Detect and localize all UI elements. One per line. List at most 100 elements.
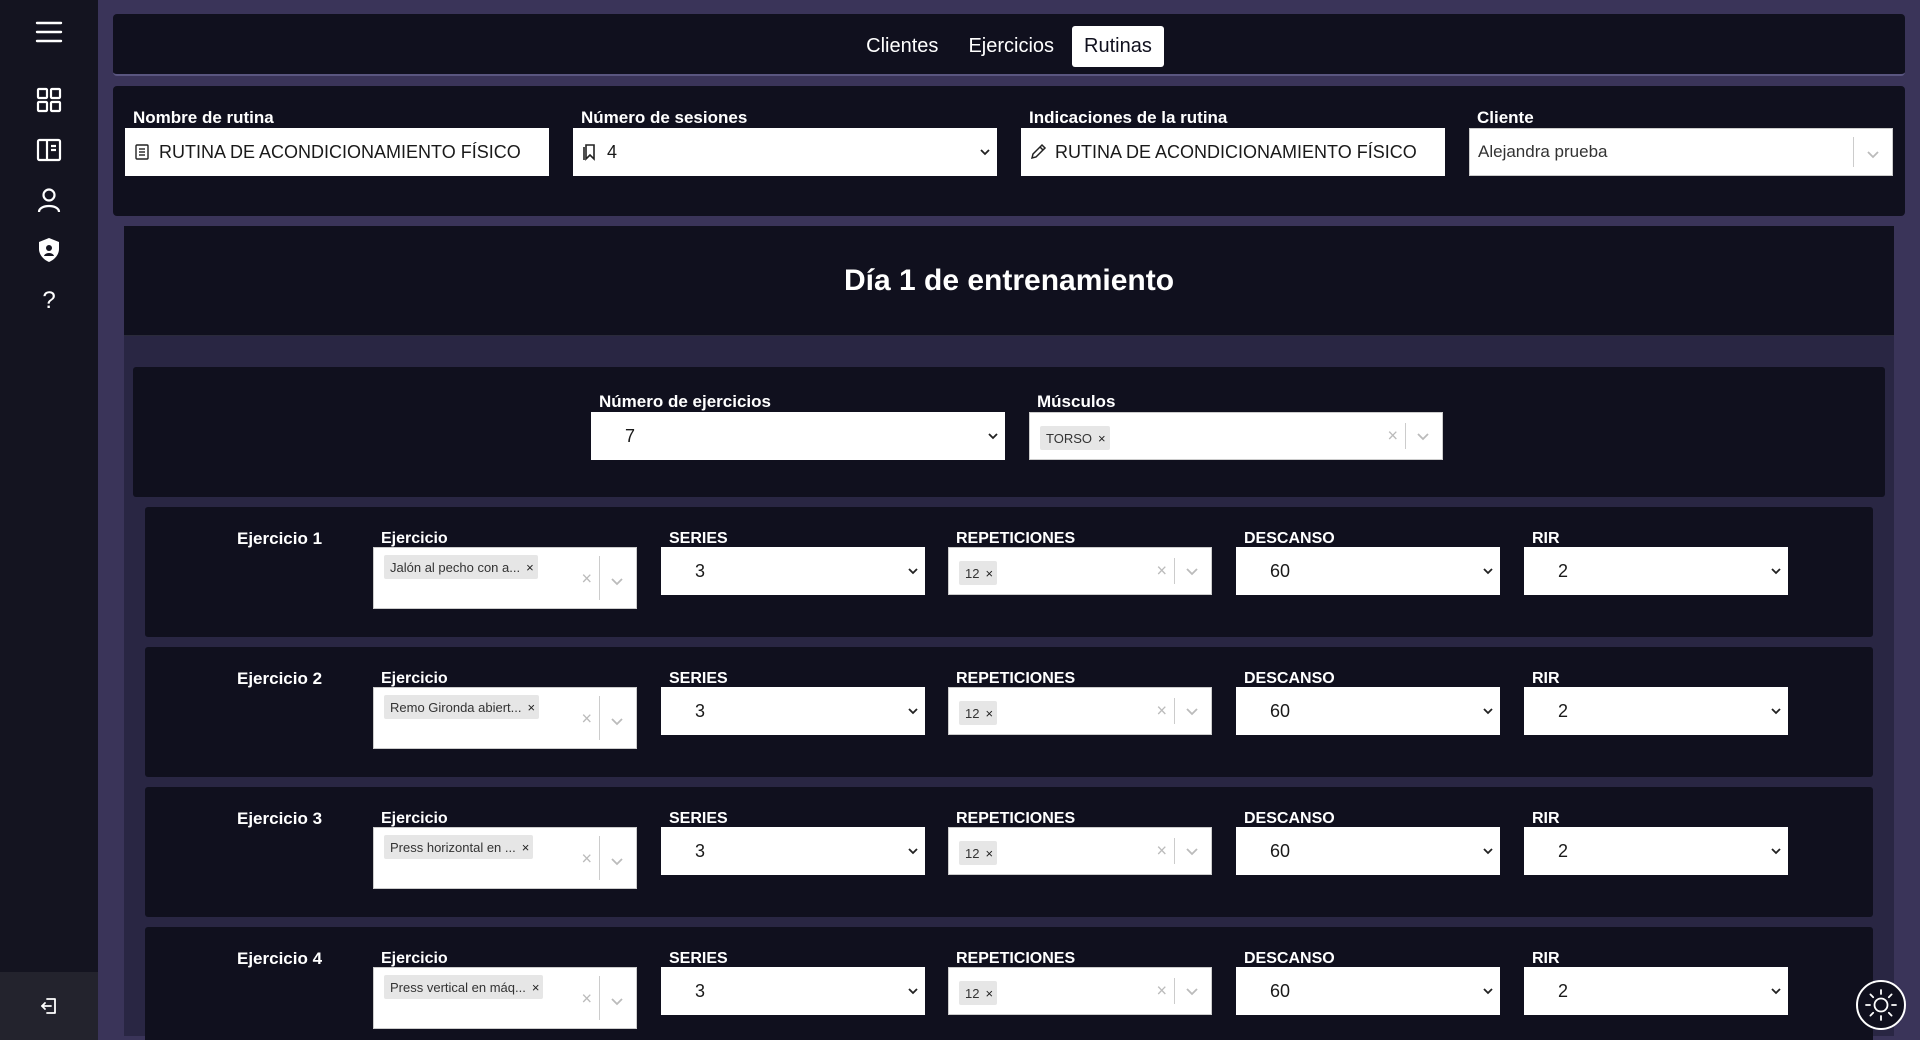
- chevron-down-icon[interactable]: [610, 574, 624, 588]
- exercise-label: Ejercicio: [381, 670, 448, 687]
- exercise-field: Ejercicio Press horizontal en ... × ×: [373, 809, 637, 889]
- clear-icon[interactable]: ×: [1156, 841, 1167, 862]
- clear-icon[interactable]: ×: [1156, 701, 1167, 722]
- reps-chip: 12 ×: [959, 701, 998, 725]
- shield-icon[interactable]: [29, 230, 69, 270]
- rir-select[interactable]: 2: [1524, 967, 1788, 1015]
- remove-chip-icon[interactable]: ×: [526, 560, 534, 575]
- clear-icon[interactable]: ×: [1156, 981, 1167, 1002]
- rir-field: RIR 2: [1524, 949, 1788, 1015]
- num-exercises-select[interactable]: 7: [591, 412, 1005, 460]
- exercise-separator: [599, 696, 600, 740]
- rir-label: RIR: [1532, 950, 1560, 967]
- series-value: 3: [695, 560, 706, 581]
- client-select[interactable]: Alejandra prueba: [1469, 128, 1893, 176]
- chevron-down-icon[interactable]: [1416, 429, 1430, 443]
- chevron-down-icon: [1482, 845, 1494, 857]
- reps-multiselect[interactable]: 12 × ×: [948, 687, 1212, 735]
- remove-chip-icon[interactable]: ×: [532, 980, 540, 995]
- chevron-down-icon: [1482, 705, 1494, 717]
- sessions-select[interactable]: 4: [573, 128, 997, 176]
- reps-multiselect[interactable]: 12 × ×: [948, 967, 1212, 1015]
- day-section: Día 1 de entrenamiento Número de ejercic…: [124, 226, 1894, 1040]
- chevron-down-icon: [987, 430, 999, 442]
- chevron-down-icon: [979, 146, 991, 158]
- tab-rutinas[interactable]: Rutinas: [1072, 26, 1164, 67]
- clear-icon[interactable]: ×: [581, 849, 592, 870]
- book-icon[interactable]: [29, 130, 69, 170]
- exercise-chip-label: Remo Gironda abiert...: [390, 699, 522, 715]
- rir-value: 2: [1558, 840, 1569, 861]
- routine-name-label: Nombre de rutina: [133, 108, 274, 127]
- clear-icon[interactable]: ×: [1156, 561, 1167, 582]
- chevron-down-icon[interactable]: [610, 994, 624, 1008]
- help-icon[interactable]: ?: [29, 280, 69, 320]
- chevron-down-icon: [907, 705, 919, 717]
- rir-select[interactable]: 2: [1524, 547, 1788, 595]
- series-select[interactable]: 3: [661, 967, 925, 1015]
- series-label: SERIES: [669, 670, 728, 687]
- remove-chip-icon[interactable]: ×: [985, 566, 993, 581]
- remove-chip-icon[interactable]: ×: [985, 986, 993, 1001]
- tab-clientes[interactable]: Clientes: [854, 26, 950, 67]
- remove-chip-icon[interactable]: ×: [522, 840, 530, 855]
- series-select[interactable]: 3: [661, 547, 925, 595]
- series-select[interactable]: 3: [661, 687, 925, 735]
- day-header: Día 1 de entrenamiento: [124, 226, 1894, 336]
- user-icon[interactable]: [29, 180, 69, 220]
- routine-name-input[interactable]: RUTINA DE ACONDICIONAMIENTO FÍSICO: [125, 128, 549, 176]
- menu-icon[interactable]: [29, 12, 69, 52]
- chevron-down-icon[interactable]: [1185, 984, 1199, 998]
- exercise-multiselect[interactable]: Press vertical en máq... × ×: [373, 967, 637, 1029]
- rir-select[interactable]: 2: [1524, 827, 1788, 875]
- rest-select[interactable]: 60: [1236, 687, 1500, 735]
- theme-toggle-button[interactable]: [1856, 980, 1906, 1030]
- chevron-down-icon[interactable]: [1185, 704, 1199, 718]
- remove-chip-icon[interactable]: ×: [528, 700, 536, 715]
- svg-text:?: ?: [42, 287, 55, 314]
- rir-label: RIR: [1532, 670, 1560, 687]
- muscles-multiselect[interactable]: TORSO × ×: [1029, 412, 1443, 460]
- rest-label: DESCANSO: [1244, 670, 1335, 687]
- clear-icon[interactable]: ×: [581, 709, 592, 730]
- exercise-multiselect[interactable]: Press horizontal en ... × ×: [373, 827, 637, 889]
- clear-icon[interactable]: ×: [581, 569, 592, 590]
- logout-button[interactable]: [0, 972, 98, 1040]
- routine-notes-value: RUTINA DE ACONDICIONAMIENTO FÍSICO: [1055, 141, 1417, 162]
- remove-chip-icon[interactable]: ×: [985, 706, 993, 721]
- muscle-chip: TORSO ×: [1040, 426, 1110, 450]
- rest-select[interactable]: 60: [1236, 547, 1500, 595]
- day-config: Número de ejercicios 7 Músculos TORSO × …: [133, 367, 1885, 497]
- reps-multiselect[interactable]: 12 × ×: [948, 827, 1212, 875]
- clear-icon[interactable]: ×: [1387, 426, 1398, 447]
- rest-select[interactable]: 60: [1236, 967, 1500, 1015]
- dashboard-icon[interactable]: [29, 80, 69, 120]
- routine-notes-input[interactable]: RUTINA DE ACONDICIONAMIENTO FÍSICO: [1021, 128, 1445, 176]
- rest-label: DESCANSO: [1244, 530, 1335, 547]
- chevron-down-icon[interactable]: [610, 854, 624, 868]
- rest-select[interactable]: 60: [1236, 827, 1500, 875]
- chevron-down-icon[interactable]: [1185, 844, 1199, 858]
- series-field: SERIES 3: [661, 529, 925, 595]
- remove-chip-icon[interactable]: ×: [1098, 431, 1106, 446]
- exercise-multiselect[interactable]: Remo Gironda abiert... × ×: [373, 687, 637, 749]
- rest-field: DESCANSO 60: [1236, 529, 1500, 595]
- clear-icon[interactable]: ×: [581, 989, 592, 1010]
- series-label: SERIES: [669, 950, 728, 967]
- chevron-down-icon[interactable]: [610, 714, 624, 728]
- chevron-down-icon: [907, 565, 919, 577]
- top-navigation: Clientes Ejercicios Rutinas: [113, 14, 1905, 76]
- remove-chip-icon[interactable]: ×: [985, 846, 993, 861]
- exercise-multiselect[interactable]: Jalón al pecho con a... × ×: [373, 547, 637, 609]
- series-select[interactable]: 3: [661, 827, 925, 875]
- sessions-label: Número de sesiones: [581, 108, 748, 127]
- reps-chip-label: 12: [965, 565, 980, 581]
- reps-multiselect[interactable]: 12 × ×: [948, 547, 1212, 595]
- muscles-group: Músculos TORSO × ×: [1029, 392, 1443, 460]
- chevron-down-icon[interactable]: [1185, 564, 1199, 578]
- exercise-number: Ejercicio 1: [237, 529, 323, 548]
- rir-select[interactable]: 2: [1524, 687, 1788, 735]
- tab-ejercicios[interactable]: Ejercicios: [956, 26, 1066, 67]
- sun-icon: [1865, 989, 1897, 1021]
- series-value: 3: [695, 980, 706, 1001]
